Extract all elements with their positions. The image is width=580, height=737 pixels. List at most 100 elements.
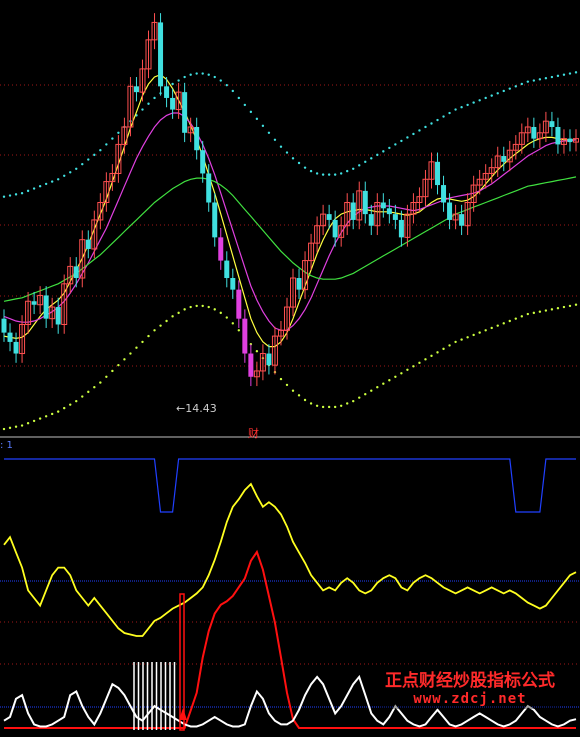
lower-band-dot [123, 358, 126, 361]
candle-body-down [555, 126, 561, 145]
candle-body-down [447, 202, 453, 220]
lower-band-dot [237, 329, 241, 332]
lower-band-dot [117, 363, 120, 367]
upper-band-dot [38, 185, 42, 188]
upper-band-dot [2, 195, 6, 198]
upper-band-dot [496, 92, 499, 95]
candle-body-down [332, 219, 338, 238]
candle-body-down [296, 278, 302, 290]
upper-band-dot [502, 89, 505, 93]
lower-band-dot [231, 322, 234, 325]
lower-band-dot [255, 350, 259, 353]
lower-band-dot [56, 410, 60, 413]
upper-band-dot [514, 85, 517, 88]
candle-body-down [164, 86, 170, 98]
candle-body-down [236, 289, 242, 319]
upper-band-dot [255, 117, 259, 121]
upper-band-dot [153, 96, 156, 100]
candle-body-down [362, 190, 368, 215]
lower-band-dot [496, 324, 499, 327]
price-bands [2, 71, 578, 431]
lower-band-dot [129, 352, 132, 355]
lower-band-dot [87, 390, 90, 394]
candle-body-down [441, 185, 447, 203]
upper-band-dot [478, 99, 481, 102]
upper-band-dot [382, 150, 385, 153]
upper-band-dot [75, 167, 78, 171]
lower-band-dot [165, 319, 168, 323]
lower-band-dot [50, 412, 54, 416]
candle-body-down [212, 202, 218, 238]
lower-band-dot [38, 417, 42, 420]
lower-band-dot [315, 404, 319, 408]
lower-band-dot [26, 422, 30, 425]
lower-band-dot [430, 354, 433, 358]
upper-band-dot [358, 164, 361, 167]
upper-band-dot [394, 143, 397, 146]
watermark: 正点财经炒股指标公式 www.zdcj.net [380, 664, 560, 709]
lower-band-dot [339, 404, 343, 408]
candle-body-down [182, 92, 188, 133]
candle-body-down [398, 219, 404, 238]
lower-band-dot [285, 383, 289, 387]
upper-band-dot [32, 187, 36, 190]
lower-band-dot [225, 316, 228, 319]
upper-band-dot [50, 180, 54, 183]
upper-band-dot [231, 89, 234, 93]
upper-band-dot [201, 72, 204, 75]
candle-body-down [531, 126, 537, 139]
lower-band-dot [562, 305, 566, 309]
upper-band-dot [249, 110, 253, 114]
lower-band-dot [382, 382, 385, 385]
lower-band-dot [141, 340, 144, 344]
upper-band-dot [430, 122, 433, 125]
lower-band-dot [574, 303, 578, 306]
candle-body-down [380, 202, 386, 209]
lower-band-dot [321, 405, 325, 409]
candle-body-down [549, 121, 555, 127]
candle-body-down [567, 138, 573, 143]
upper-band-dot [490, 94, 493, 97]
lower-band-dot [20, 424, 24, 427]
upper-band-dot [14, 193, 18, 196]
candle-body-down [194, 126, 200, 151]
upper-band-dot [63, 174, 66, 177]
lower-band-dot [358, 396, 361, 399]
candle-body-down [1, 318, 7, 333]
upper-band-dot [406, 136, 409, 139]
watermark-text: 正点财经炒股指标公式 [385, 671, 555, 691]
upper-band-dot [297, 161, 301, 165]
lower-band-dot [526, 312, 530, 316]
candle-body-down [200, 150, 206, 174]
upper-band-dot [370, 157, 373, 160]
lower-band-dot [81, 395, 84, 398]
upper-band-dot [207, 73, 210, 76]
upper-band-dot [327, 173, 331, 176]
upper-band-dot [8, 194, 12, 197]
lower-band-dot [99, 381, 102, 384]
lower-band-dot [147, 334, 150, 338]
upper-band-dot [26, 189, 30, 193]
min-price-label: ←14.43 [176, 402, 217, 415]
lower-band-dot [171, 315, 174, 318]
lower-band-dot [111, 369, 114, 373]
upper-band-dot [189, 73, 192, 76]
upper-band-dot [291, 157, 295, 160]
upper-band-dot [213, 75, 216, 79]
upper-band-dot [87, 158, 90, 161]
candle-body-down [368, 214, 374, 226]
lower-band-dot [520, 315, 524, 318]
watermark-url: www.zdcj.net [413, 691, 527, 707]
upper-band-dot [442, 115, 445, 118]
lower-band-dot [93, 386, 96, 389]
upper-band-dot [448, 111, 451, 115]
lower-band-dot [424, 358, 427, 361]
lower-band-dot [460, 338, 463, 341]
upper-band-dot [339, 172, 343, 175]
lower-band-dot [291, 389, 295, 392]
upper-band-dot [321, 173, 325, 176]
lower-band-dot [153, 329, 156, 332]
upper-band-dot [454, 108, 457, 111]
lower-band-dot [544, 309, 548, 312]
lower-band-dot [69, 403, 72, 406]
